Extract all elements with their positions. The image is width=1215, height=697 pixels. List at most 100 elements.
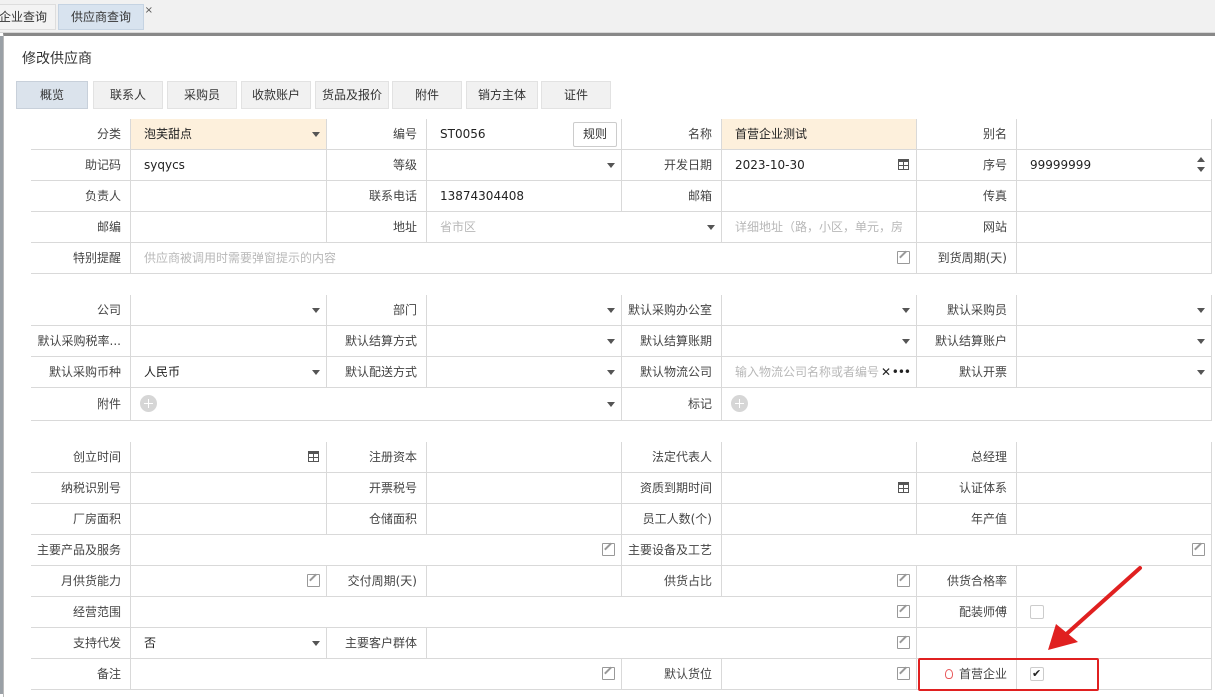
address-region-select[interactable]: 省市区 xyxy=(427,212,722,243)
edit-icon[interactable] xyxy=(897,636,910,649)
remark-field[interactable] xyxy=(131,659,622,690)
settle-account-select[interactable] xyxy=(1017,326,1212,357)
currency-select[interactable]: 人民币 xyxy=(131,357,327,388)
top-tab-enterprise-query[interactable]: 企业查询 xyxy=(0,4,57,30)
zip-field[interactable] xyxy=(131,212,327,243)
top-tab-supplier-query[interactable]: 供应商查询 × xyxy=(58,4,153,30)
website-field[interactable] xyxy=(1017,212,1212,243)
edit-icon[interactable] xyxy=(897,667,910,680)
output-label: 年产值 xyxy=(917,504,1017,535)
chevron-down-icon xyxy=(607,339,615,344)
code-field[interactable]: ST0056 规则 xyxy=(427,119,622,150)
clear-icon[interactable]: ✕ xyxy=(881,357,891,387)
tax-label: 默认采购税率... xyxy=(31,326,131,357)
name-field[interactable]: 首营企业测试 xyxy=(722,119,917,150)
add-icon[interactable] xyxy=(140,395,157,412)
plant-field[interactable] xyxy=(131,504,327,535)
reminder-field[interactable]: 供应商被调用时需要弹窗提示的内容 xyxy=(131,243,917,274)
buyer-select[interactable] xyxy=(1017,295,1212,326)
plant-label: 厂房面积 xyxy=(31,504,131,535)
level-select[interactable] xyxy=(427,150,622,181)
logistics-field[interactable]: 输入物流公司名称或者编号 ✕ ••• xyxy=(722,357,917,388)
top-tab-label: 供应商查询 xyxy=(70,10,131,24)
more-icon[interactable]: ••• xyxy=(892,357,911,387)
delivery-cycle-field[interactable] xyxy=(1017,243,1212,274)
tab-overview[interactable]: 概览 xyxy=(16,81,88,109)
tab-contacts[interactable]: 联系人 xyxy=(93,81,163,109)
invoice-tax-label: 开票税号 xyxy=(327,473,427,504)
warehouse-field[interactable] xyxy=(427,504,622,535)
dept-select[interactable] xyxy=(427,295,622,326)
settle-method-select[interactable] xyxy=(427,326,622,357)
tag-field[interactable] xyxy=(722,388,1212,421)
calendar-icon[interactable] xyxy=(898,159,909,170)
fax-field[interactable] xyxy=(1017,181,1212,212)
products-field[interactable] xyxy=(131,535,622,566)
customers-field[interactable] xyxy=(427,628,917,659)
scope-field[interactable] xyxy=(131,597,917,628)
edit-icon[interactable] xyxy=(602,667,615,680)
address-detail-field[interactable]: 详细地址（路，小区，单元，房 xyxy=(722,212,917,243)
edit-icon[interactable] xyxy=(1192,543,1205,556)
legal-rep-field[interactable] xyxy=(722,442,917,473)
email-field[interactable] xyxy=(722,181,917,212)
invoice-select[interactable] xyxy=(1017,357,1212,388)
mnemonic-field[interactable]: syqycs xyxy=(131,150,327,181)
founded-field[interactable] xyxy=(131,442,327,473)
tax-field[interactable] xyxy=(131,326,327,357)
fax-label: 传真 xyxy=(917,181,1017,212)
supply-ratio-field[interactable] xyxy=(722,566,917,597)
tab-seller-entity[interactable]: 销方主体 xyxy=(466,81,538,109)
cert-field[interactable] xyxy=(1017,473,1212,504)
owner-field[interactable] xyxy=(131,181,327,212)
top-tab-bar: 企业查询 供应商查询 × xyxy=(0,0,1215,33)
dev-date-field[interactable]: 2023-10-30 xyxy=(722,150,917,181)
monthly-field[interactable] xyxy=(131,566,327,597)
location-field[interactable] xyxy=(722,659,917,690)
edit-icon[interactable] xyxy=(897,251,910,264)
close-icon[interactable]: × xyxy=(145,0,153,23)
edit-icon[interactable] xyxy=(897,605,910,618)
tab-buyers[interactable]: 采购员 xyxy=(167,81,237,109)
calendar-icon[interactable] xyxy=(308,451,319,462)
equipment-label: 主要设备及工艺 xyxy=(622,535,722,566)
qual-expiry-field[interactable] xyxy=(722,473,917,504)
category-select[interactable]: 泡芙甜点 xyxy=(131,119,327,150)
tab-attachments[interactable]: 附件 xyxy=(392,81,462,109)
delivery-method-select[interactable] xyxy=(427,357,622,388)
capital-field[interactable] xyxy=(427,442,622,473)
rule-button[interactable]: 规则 xyxy=(572,122,617,147)
calendar-icon[interactable] xyxy=(898,482,909,493)
stepper-arrows-icon[interactable] xyxy=(1197,157,1205,173)
staff-field[interactable] xyxy=(722,504,917,535)
output-field[interactable] xyxy=(1017,504,1212,535)
attachment-field[interactable] xyxy=(131,388,622,421)
delivery-cycle-label: 到货周期(天) xyxy=(917,243,1017,274)
tab-accounts[interactable]: 收款账户 xyxy=(241,81,311,109)
delivery-cycle-field[interactable] xyxy=(427,566,622,597)
qual-expiry-label: 资质到期时间 xyxy=(622,473,722,504)
seq-stepper[interactable]: 99999999 xyxy=(1017,150,1212,181)
office-select[interactable] xyxy=(722,295,917,326)
phone-field[interactable]: 13874304408 xyxy=(427,181,622,212)
annotation-arrow-icon xyxy=(1048,566,1142,650)
dropship-select[interactable]: 否 xyxy=(131,628,327,659)
tab-goods-quotes[interactable]: 货品及报价 xyxy=(315,81,389,109)
taxpayer-field[interactable] xyxy=(131,473,327,504)
dept-label: 部门 xyxy=(327,295,427,326)
settle-period-select[interactable] xyxy=(722,326,917,357)
gm-field[interactable] xyxy=(1017,442,1212,473)
invoice-tax-field[interactable] xyxy=(427,473,622,504)
add-icon[interactable] xyxy=(731,395,748,412)
alias-field[interactable] xyxy=(1017,119,1212,150)
chevron-down-icon xyxy=(312,641,320,646)
location-label: 默认货位 xyxy=(622,659,722,690)
customers-label: 主要客户群体 xyxy=(327,628,427,659)
company-select[interactable] xyxy=(131,295,327,326)
edit-icon[interactable] xyxy=(602,543,615,556)
edit-icon[interactable] xyxy=(307,574,320,587)
invoice-label: 默认开票 xyxy=(917,357,1017,388)
edit-icon[interactable] xyxy=(897,574,910,587)
seq-value: 99999999 xyxy=(1030,158,1092,172)
tab-certificates[interactable]: 证件 xyxy=(541,81,611,109)
